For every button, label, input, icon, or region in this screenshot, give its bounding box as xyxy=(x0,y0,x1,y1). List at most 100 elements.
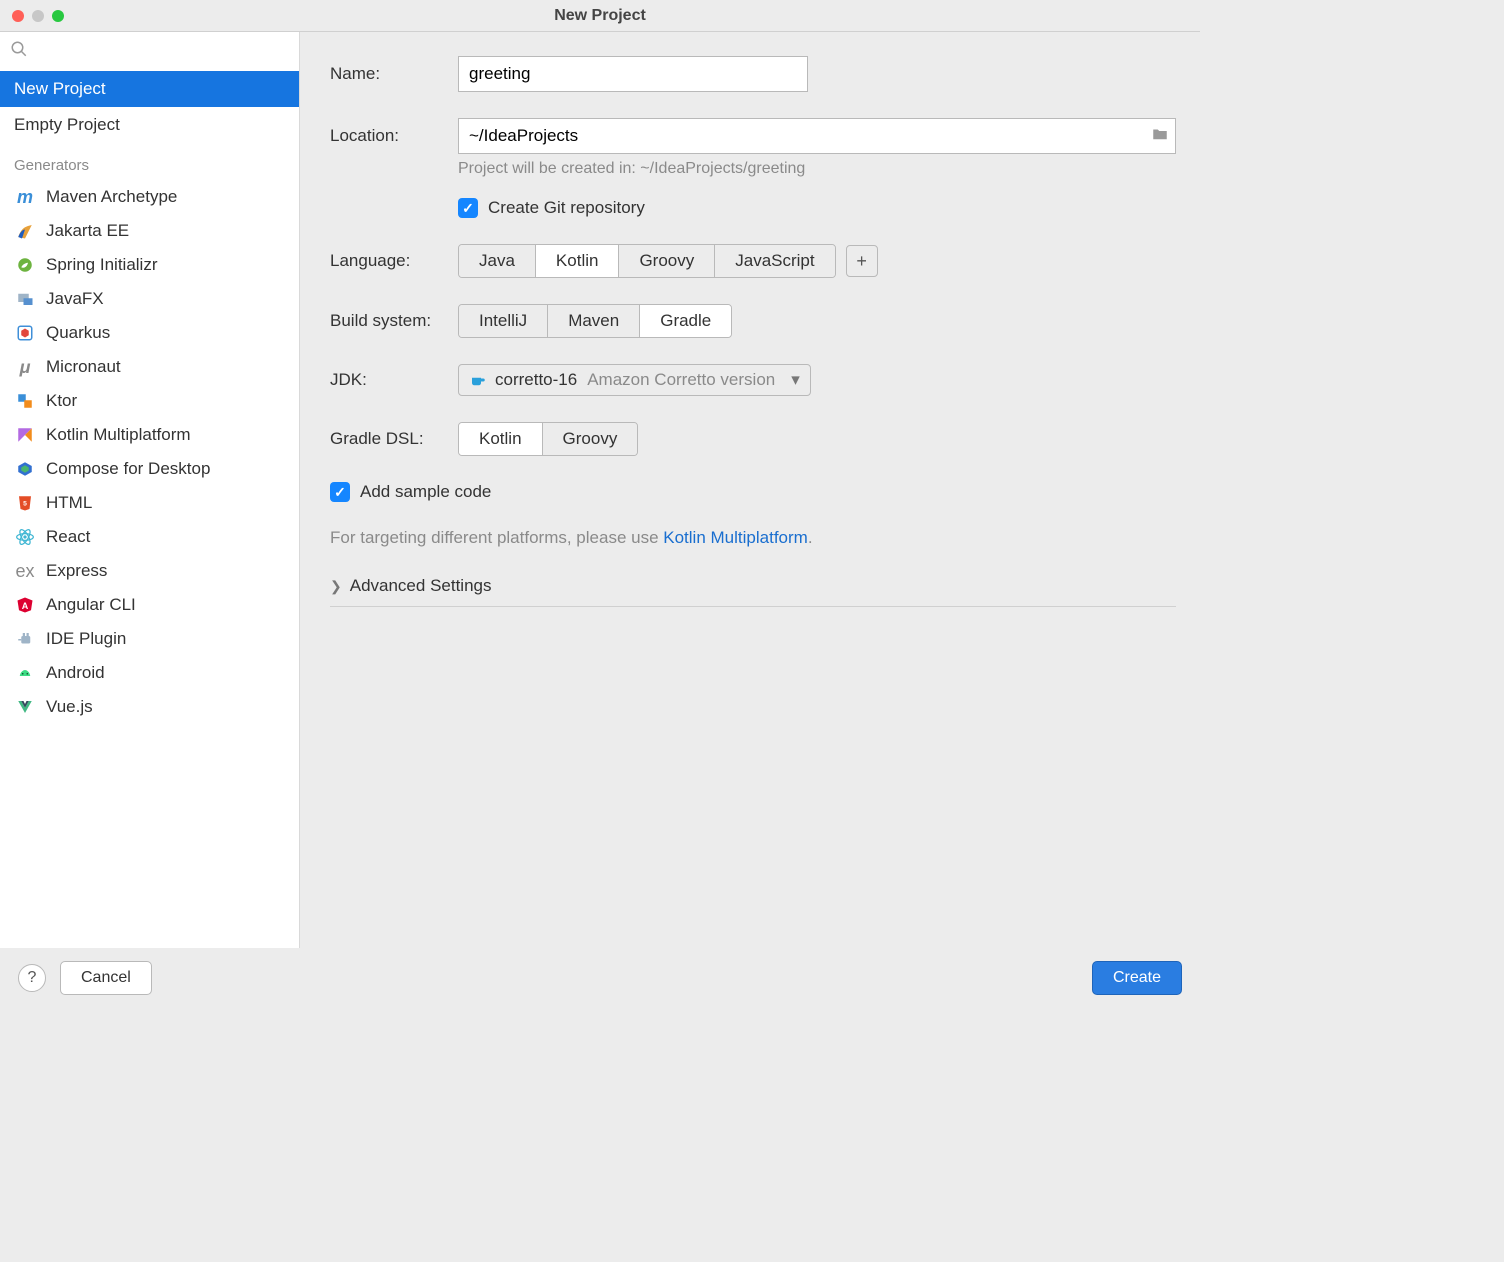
generator-label: React xyxy=(46,527,90,547)
sample-code-checkbox[interactable]: ✓ xyxy=(330,482,350,502)
build-option-gradle[interactable]: Gradle xyxy=(640,305,731,337)
build-system-segmented: IntelliJ Maven Gradle xyxy=(458,304,732,338)
language-label: Language: xyxy=(330,251,458,271)
generator-label: HTML xyxy=(46,493,92,513)
svg-text:5: 5 xyxy=(23,500,27,507)
jdk-detail: Amazon Corretto version xyxy=(587,370,775,390)
express-icon: ex xyxy=(14,561,36,581)
generator-vuejs[interactable]: Vue.js xyxy=(0,690,299,724)
generator-jakarta-ee[interactable]: Jakarta EE xyxy=(0,214,299,248)
react-icon xyxy=(14,527,36,547)
sidebar-item-label: New Project xyxy=(14,79,106,99)
sample-code-row[interactable]: ✓ Add sample code xyxy=(330,482,1176,502)
generator-javafx[interactable]: JavaFX xyxy=(0,282,299,316)
build-system-label: Build system: xyxy=(330,311,458,331)
location-input[interactable] xyxy=(469,126,1151,146)
footer: ? Cancel Create xyxy=(0,948,1200,1008)
javafx-icon xyxy=(14,289,36,309)
folder-icon[interactable] xyxy=(1151,125,1169,148)
quarkus-icon xyxy=(14,323,36,343)
micronaut-icon: μ xyxy=(14,357,36,377)
generator-maven-archetype[interactable]: m Maven Archetype xyxy=(0,180,299,214)
add-language-button[interactable]: + xyxy=(846,245,878,277)
info-prefix: For targeting different platforms, pleas… xyxy=(330,528,663,547)
generator-label: Angular CLI xyxy=(46,595,136,615)
create-button[interactable]: Create xyxy=(1092,961,1182,995)
generator-label: Micronaut xyxy=(46,357,121,377)
generator-label: Compose for Desktop xyxy=(46,459,210,479)
form-panel: Name: Location: Project will be created … xyxy=(300,32,1200,948)
plugin-icon xyxy=(14,629,36,649)
kotlin-multiplatform-link[interactable]: Kotlin Multiplatform xyxy=(663,528,808,547)
language-option-java[interactable]: Java xyxy=(459,245,536,277)
git-checkbox[interactable]: ✓ xyxy=(458,198,478,218)
window-title: New Project xyxy=(0,7,1200,25)
kotlin-icon xyxy=(14,425,36,445)
titlebar: New Project xyxy=(0,0,1200,32)
name-label: Name: xyxy=(330,64,458,84)
generator-express[interactable]: ex Express xyxy=(0,554,299,588)
sidebar-item-new-project[interactable]: New Project xyxy=(0,71,299,107)
vuejs-icon xyxy=(14,697,36,717)
generator-label: Express xyxy=(46,561,107,581)
git-checkbox-label: Create Git repository xyxy=(488,198,645,218)
generator-android[interactable]: Android xyxy=(0,656,299,690)
generator-kotlin-multiplatform[interactable]: Kotlin Multiplatform xyxy=(0,418,299,452)
advanced-settings-toggle[interactable]: ❯ Advanced Settings xyxy=(330,576,1176,596)
sample-code-label: Add sample code xyxy=(360,482,491,502)
gradle-dsl-label: Gradle DSL: xyxy=(330,429,458,449)
build-option-intellij[interactable]: IntelliJ xyxy=(459,305,548,337)
generator-angular-cli[interactable]: A Angular CLI xyxy=(0,588,299,622)
gradle-dsl-segmented: Kotlin Groovy xyxy=(458,422,638,456)
generator-micronaut[interactable]: μ Micronaut xyxy=(0,350,299,384)
generator-label: Android xyxy=(46,663,105,683)
language-option-groovy[interactable]: Groovy xyxy=(619,245,715,277)
maven-icon: m xyxy=(14,187,36,207)
generator-react[interactable]: React xyxy=(0,520,299,554)
generators-header: Generators xyxy=(0,143,299,180)
location-input-wrap[interactable] xyxy=(458,118,1176,154)
generator-ide-plugin[interactable]: IDE Plugin xyxy=(0,622,299,656)
html-icon: 5 xyxy=(14,493,36,513)
name-input[interactable] xyxy=(458,56,808,92)
chevron-right-icon: ❯ xyxy=(330,578,342,595)
cancel-button[interactable]: Cancel xyxy=(60,961,152,995)
generator-label: Maven Archetype xyxy=(46,187,177,207)
generator-html[interactable]: 5 HTML xyxy=(0,486,299,520)
build-option-maven[interactable]: Maven xyxy=(548,305,640,337)
generator-label: JavaFX xyxy=(46,289,104,309)
language-option-javascript[interactable]: JavaScript xyxy=(715,245,834,277)
dsl-option-groovy[interactable]: Groovy xyxy=(543,423,638,455)
search-row[interactable] xyxy=(0,32,299,71)
generator-quarkus[interactable]: Quarkus xyxy=(0,316,299,350)
android-icon xyxy=(14,663,36,683)
ktor-icon xyxy=(14,391,36,411)
generator-compose-desktop[interactable]: Compose for Desktop xyxy=(0,452,299,486)
jdk-dropdown[interactable]: corretto-16 Amazon Corretto version ▾ xyxy=(458,364,811,396)
spring-icon xyxy=(14,255,36,275)
angular-icon: A xyxy=(14,595,36,615)
jdk-label: JDK: xyxy=(330,370,458,390)
platform-info: For targeting different platforms, pleas… xyxy=(330,528,1176,548)
dsl-option-kotlin[interactable]: Kotlin xyxy=(459,423,543,455)
generator-label: Vue.js xyxy=(46,697,93,717)
git-checkbox-row[interactable]: ✓ Create Git repository xyxy=(458,198,1176,218)
jdk-name: corretto-16 xyxy=(495,370,577,390)
generator-ktor[interactable]: Ktor xyxy=(0,384,299,418)
location-label: Location: xyxy=(330,126,458,146)
location-hint: Project will be created in: ~/IdeaProjec… xyxy=(458,160,1176,178)
generator-label: Ktor xyxy=(46,391,77,411)
generator-label: Spring Initializr xyxy=(46,255,158,275)
generator-spring-initializr[interactable]: Spring Initializr xyxy=(0,248,299,282)
search-icon xyxy=(10,42,28,62)
svg-text:A: A xyxy=(22,601,29,611)
info-suffix: . xyxy=(808,528,813,547)
generator-label: IDE Plugin xyxy=(46,629,126,649)
jdk-icon xyxy=(469,371,487,389)
generator-label: Jakarta EE xyxy=(46,221,129,241)
help-button[interactable]: ? xyxy=(18,964,46,992)
compose-icon xyxy=(14,459,36,479)
language-option-kotlin[interactable]: Kotlin xyxy=(536,245,620,277)
sidebar-item-empty-project[interactable]: Empty Project xyxy=(0,107,299,143)
sidebar: New Project Empty Project Generators m M… xyxy=(0,32,300,948)
